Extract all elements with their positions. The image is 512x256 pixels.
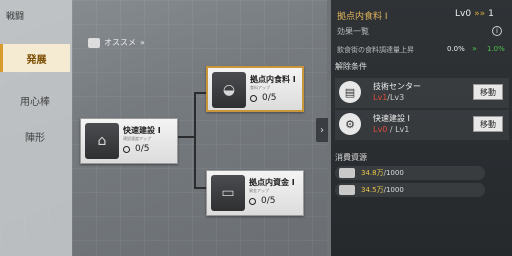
book-icon (88, 37, 100, 48)
tech-node-base-food[interactable]: ◒ 拠点内食料 I 食料アップ 0/5 (206, 66, 304, 112)
nav-item-bodyguard[interactable]: 用心棒 (0, 86, 70, 114)
node-progress: 0/5 (250, 93, 276, 103)
progress-ring-icon (250, 94, 257, 102)
info-icon[interactable]: i (492, 26, 502, 36)
detail-title: 拠点内食料 I (337, 12, 388, 22)
detail-level: Lv0»» 1 (455, 9, 494, 19)
node-progress: 0/5 (123, 144, 149, 154)
detail-panel: 拠点内食料 I Lv0»» 1 効果一覧 i 飲食街の食料調達量上昇 0.0% »… (331, 0, 512, 256)
level-next: 1 (488, 9, 494, 19)
connector-line (178, 136, 195, 138)
nav-item-formation[interactable]: 陣形 (0, 122, 70, 150)
recommend-filter[interactable]: オススメ » (88, 37, 145, 48)
progress-ring-icon (123, 145, 130, 153)
connector-line (194, 92, 196, 188)
food-icon (339, 168, 355, 178)
requirements-title: 解除条件 (335, 62, 367, 71)
nav-title: 戦闘 (6, 12, 25, 22)
cash-icon: ▭ (211, 175, 245, 211)
panel-collapse-button[interactable]: › (316, 118, 328, 142)
node-progress-value: 0/5 (135, 144, 150, 154)
move-button[interactable]: 移動 (473, 116, 503, 132)
node-subtitle: 食料アップ (250, 85, 270, 90)
requirement-name: 技術センター (373, 82, 421, 91)
fast-build-icon: ⌂ (85, 123, 119, 159)
node-name: 拠点内資金 I (249, 178, 295, 187)
node-name: 快速建設 I (123, 126, 161, 135)
recommend-label: オススメ (104, 38, 136, 47)
fast-build-icon: ⚙ (339, 113, 361, 135)
node-progress: 0/5 (249, 196, 275, 206)
node-name: 拠点内食料 I (250, 75, 296, 84)
requirement-level-current: Lv1 (373, 93, 388, 102)
resource-need: /1000 (383, 169, 404, 177)
stat-from: 0.0% (447, 45, 465, 53)
nav-item-label: 用心棒 (20, 96, 50, 108)
requirement-level-current: Lv0 (373, 125, 388, 134)
requirement-row: ▤ 技術センター Lv1/Lv3 移動 (335, 78, 509, 108)
requirement-level-required: /Lv3 (387, 93, 405, 102)
tech-node-base-funds[interactable]: ▭ 拠点内資金 I 資金アップ 0/5 (206, 170, 304, 216)
nav-item-label: 発展 (26, 54, 47, 66)
tech-center-icon: ▤ (339, 81, 361, 103)
double-chevron-icon: » (140, 38, 145, 47)
requirement-name: 快速建設 I (373, 114, 410, 123)
effect-list-label: 効果一覧 (337, 27, 369, 36)
food-bowl-icon: ◒ (212, 72, 246, 108)
requirement-level: Lv1/Lv3 (373, 93, 404, 102)
move-button[interactable]: 移動 (473, 84, 503, 100)
node-subtitle: 資金アップ (249, 188, 269, 193)
resource-row-money: 34.5万/1000 (335, 183, 485, 197)
chevron-right-icon: › (320, 124, 324, 136)
resource-have: 34.8万 (361, 169, 384, 177)
node-subtitle: 建設速度アップ (123, 136, 151, 141)
stat-arrow-icon: » (472, 44, 477, 53)
tech-node-fast-build[interactable]: ⌂ 快速建設 I 建設速度アップ 0/5 (80, 118, 178, 164)
nav-item-development[interactable]: 発展 (0, 44, 70, 72)
resource-row-food: 34.8万/1000 (335, 166, 485, 180)
money-icon (339, 185, 355, 195)
resources-title: 消費資源 (335, 153, 367, 162)
resource-need: /1000 (383, 186, 404, 194)
level-current: Lv0 (455, 9, 472, 19)
requirement-level: Lv0 / Lv1 (373, 125, 409, 134)
stat-to: 1.0% (487, 45, 505, 53)
requirement-level-required: / Lv1 (387, 125, 410, 134)
stat-label: 飲食街の食料調達量上昇 (337, 46, 414, 54)
nav-item-label: 陣形 (25, 132, 45, 144)
node-progress-value: 0/5 (261, 196, 276, 206)
level-arrows-icon: »» (474, 9, 486, 19)
resource-have: 34.5万 (361, 186, 384, 194)
node-progress-value: 0/5 (262, 93, 277, 103)
side-nav: 戦闘 発展 用心棒 陣形 (0, 0, 72, 256)
requirement-row: ⚙ 快速建設 I Lv0 / Lv1 移動 (335, 110, 509, 140)
progress-ring-icon (249, 197, 256, 205)
